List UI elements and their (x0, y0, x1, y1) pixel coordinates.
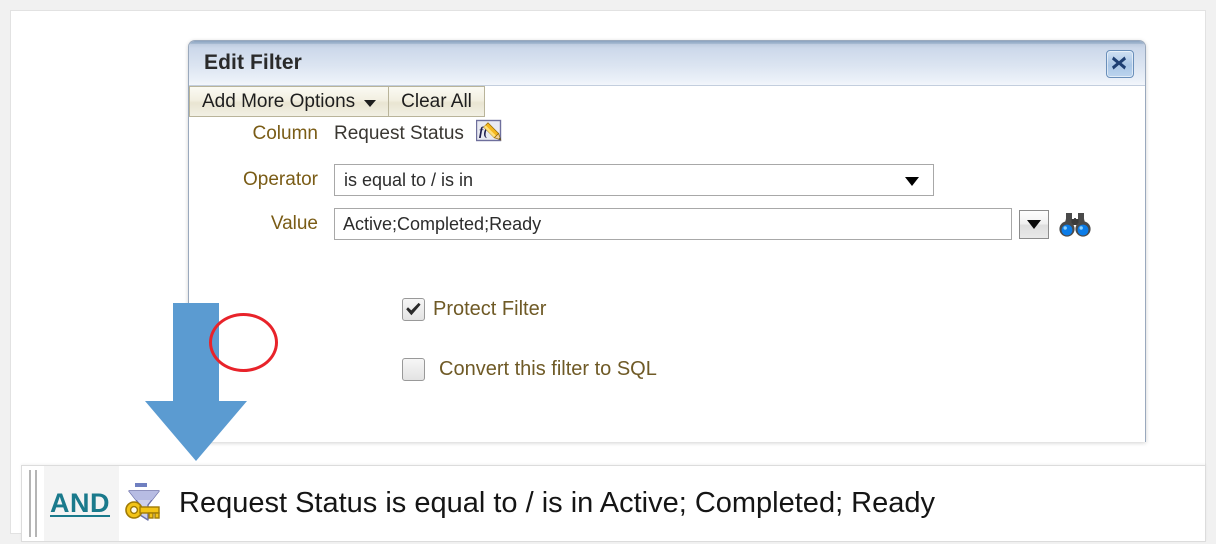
fx-edit-icon[interactable]: f( (475, 119, 503, 149)
convert-to-sql-checkbox[interactable] (402, 358, 425, 381)
down-arrow-annotation (145, 303, 247, 461)
filter-key-glyph (125, 482, 160, 521)
protect-filter-row[interactable]: Protect Filter (402, 298, 546, 321)
close-icon[interactable] (1106, 50, 1134, 78)
page-title: Edit Filter (204, 51, 302, 74)
value-label: Value (270, 213, 318, 234)
and-operator-cell: AND (44, 466, 119, 541)
binoculars-glyph (1059, 213, 1091, 237)
filter-key-icon[interactable] (119, 482, 165, 526)
convert-to-sql-row[interactable]: Convert this filter to SQL (402, 358, 657, 381)
close-x-glyph (1112, 56, 1126, 70)
column-row: Column Request Status f( (189, 119, 503, 149)
value-toolbar: Add More Options Clear All (189, 86, 1145, 117)
value-row: Value (189, 208, 1092, 240)
chevron-down-icon (905, 177, 919, 186)
filter-result-bar: AND Request Status is equal to / is in A… (21, 465, 1206, 542)
clear-all-button[interactable]: Clear All (388, 86, 485, 117)
operator-value: is equal to / is in (344, 169, 474, 190)
dialog-body: Column Request Status f(Operator is equ… (189, 86, 1145, 442)
column-value: Request Status (334, 123, 464, 144)
column-label: Column (252, 123, 318, 144)
filter-expression-text: Request Status is equal to / is in Activ… (179, 487, 936, 519)
chevron-down-icon (364, 100, 377, 107)
dialog-titlebar[interactable]: Edit Filter (189, 41, 1145, 86)
value-dropdown-button[interactable] (1019, 209, 1049, 239)
dropdown-triangle-icon (1027, 219, 1041, 229)
checkmark-icon (406, 302, 421, 316)
protect-filter-label: Protect Filter (433, 298, 547, 320)
operator-label: Operator (243, 169, 318, 190)
convert-to-sql-label: Convert this filter to SQL (439, 358, 657, 380)
fx-edit-glyph: f( (475, 119, 502, 142)
screenshot-frame: Edit Filter Column Request Status f(Ope… (0, 0, 1216, 544)
drag-handle-icon[interactable] (22, 466, 44, 541)
protect-filter-checkbox[interactable] (402, 298, 425, 321)
clear-all-label: Clear All (401, 90, 472, 112)
value-input[interactable] (334, 208, 1012, 240)
add-more-options-label: Add More Options (202, 90, 356, 112)
operator-select[interactable]: is equal to / is in (334, 164, 934, 196)
add-more-options-button[interactable]: Add More Options (189, 86, 389, 117)
operator-row: Operator is equal to / is in (189, 164, 934, 196)
edit-filter-dialog: Edit Filter Column Request Status f(Ope… (188, 40, 1146, 442)
binoculars-icon[interactable] (1049, 210, 1092, 238)
and-operator-link[interactable]: AND (50, 488, 110, 519)
